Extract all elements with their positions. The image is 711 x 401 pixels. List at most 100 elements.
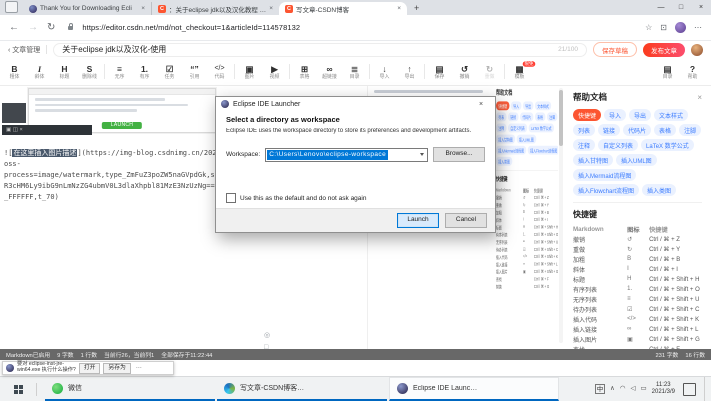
help-tag[interactable]: 导出: [629, 109, 651, 121]
help-tag[interactable]: 文本样式: [654, 109, 688, 121]
toolbar-task-list-button[interactable]: ☑任务: [157, 63, 182, 81]
browser-profile-avatar[interactable]: [675, 22, 686, 33]
help-close-icon[interactable]: ×: [697, 93, 702, 102]
toolbar-heading-button[interactable]: H标题: [52, 63, 77, 81]
workspace-combobox[interactable]: C:\Users\Lenovo\eclipse-workspace: [265, 148, 428, 162]
help-tag[interactable]: 快捷键: [573, 109, 601, 121]
checkbox[interactable]: [226, 193, 236, 203]
tab-close-icon[interactable]: ×: [269, 5, 273, 12]
browser-menu-icon[interactable]: ⋯: [694, 23, 702, 32]
taskbar-item-wechat[interactable]: 微信: [45, 377, 215, 401]
toolbar-undo-button[interactable]: ↺撤销: [452, 63, 477, 81]
help-tag[interactable]: 插入UML图: [616, 154, 657, 166]
default-workspace-checkbox-row[interactable]: Use this as the default and do not ask a…: [226, 193, 485, 203]
toolbar-outline-button[interactable]: ▤目录: [655, 63, 680, 81]
publish-button[interactable]: 发布文章: [643, 43, 685, 57]
help-tag[interactable]: 插入甘特图: [573, 154, 613, 166]
toolbar-redo-button[interactable]: ↻重做: [477, 63, 502, 81]
user-avatar[interactable]: [691, 44, 703, 56]
browser-tab[interactable]: C写文章-CSDN博客×: [279, 2, 407, 15]
window-close-button[interactable]: ×: [691, 0, 711, 15]
favorites-star-icon[interactable]: ☆: [645, 23, 652, 32]
image-edit-toolbar[interactable]: ▣ ◫ ×: [2, 125, 92, 135]
help-tag[interactable]: 插入类图: [642, 184, 676, 196]
new-tab-button[interactable]: +: [414, 3, 419, 13]
launch-button[interactable]: Launch: [397, 213, 439, 228]
browser-tab[interactable]: C：关于eclipse jdk以及汉化教程 - CSDN×: [151, 2, 279, 15]
download-open-button[interactable]: 打开: [79, 363, 101, 374]
preview-scrollbar[interactable]: [559, 88, 563, 343]
quote-icon: “”: [182, 64, 207, 74]
toolbar-toc-button[interactable]: ≣目录: [342, 63, 367, 81]
ime-indicator[interactable]: 中: [595, 384, 605, 394]
window-minimize-button[interactable]: —: [651, 0, 671, 15]
download-more-icon[interactable]: ···: [134, 365, 144, 371]
eclipse-launcher-dialog: Eclipse IDE Launcher × Select a director…: [215, 96, 496, 233]
toolbar-ordered-list-button[interactable]: 1.有序: [132, 63, 157, 81]
toolbar-unordered-list-button[interactable]: ≡无序: [107, 63, 132, 81]
help-tag[interactable]: 自定义列表: [598, 139, 638, 151]
toolbar-button-label: 任务: [159, 74, 180, 80]
battery-icon[interactable]: ▭: [640, 384, 646, 394]
refresh-icon[interactable]: ↻: [47, 22, 55, 33]
taskbar-clock[interactable]: 11:23 2021/3/9: [652, 382, 675, 396]
toolbar-code-button[interactable]: </>代码: [207, 63, 232, 81]
action-center-icon[interactable]: [683, 383, 696, 396]
toolbar-quote-button[interactable]: “”引用: [182, 63, 207, 81]
tab-close-icon[interactable]: ×: [397, 5, 401, 12]
hidden-icons-chevron[interactable]: ∧: [610, 384, 615, 394]
address-bar[interactable]: https://editor.csdn.net/md/not_checkout=…: [82, 23, 300, 32]
toolbar-video-button[interactable]: ▶视频: [262, 63, 287, 81]
toolbar-save-button[interactable]: ▤保存: [427, 63, 452, 81]
help-tag: 插入UML图: [517, 135, 537, 144]
start-button[interactable]: [0, 385, 36, 394]
help-tag[interactable]: 注脚: [679, 124, 701, 136]
float-circle-icon[interactable]: ◎: [264, 332, 270, 340]
help-tag[interactable]: 列表: [573, 124, 595, 136]
toolbar-hyperlink-button[interactable]: ∞超链接: [317, 63, 342, 81]
toolbar-button-label: 超链接: [319, 74, 340, 80]
save-draft-button[interactable]: 保存草稿: [593, 42, 637, 57]
toolbar-italic-button[interactable]: I斜体: [27, 63, 52, 81]
tab-actions-button[interactable]: [5, 1, 18, 13]
browse-button[interactable]: Browse...: [433, 147, 485, 162]
toolbar-table-button[interactable]: ⊞表格: [292, 63, 317, 81]
dialog-close-icon[interactable]: ×: [472, 101, 490, 108]
toolbar-button-label: 引用: [184, 74, 205, 80]
toolbar-template-button[interactable]: ▦模板限免: [507, 63, 532, 81]
help-tag[interactable]: 代码片: [623, 124, 651, 136]
shortcut-icon: ↺: [627, 236, 649, 243]
back-icon[interactable]: ←: [9, 22, 19, 33]
help-tag[interactable]: 表格: [654, 124, 676, 136]
back-to-articles-link[interactable]: ‹ 文章管理: [8, 45, 40, 55]
volume-icon[interactable]: ◁: [630, 384, 635, 394]
toolbar-image-button[interactable]: ▣图片: [237, 63, 262, 81]
help-tag[interactable]: 插入Mermaid流程图: [573, 169, 636, 181]
taskbar-item-eclipse[interactable]: Eclipse IDE Launc…: [389, 377, 559, 401]
network-icon[interactable]: ◠: [620, 384, 626, 394]
help-tag[interactable]: 导入: [604, 109, 626, 121]
help-tag[interactable]: 插入Flowchart流程图: [573, 184, 639, 196]
eclipse-icon: [397, 383, 408, 394]
help-tag[interactable]: 链接: [598, 124, 620, 136]
browser-tab[interactable]: Thank You for Downloading Ecli×: [23, 2, 151, 15]
window-maximize-button[interactable]: □: [671, 0, 691, 15]
toolbar-export-button[interactable]: ↑导出: [397, 63, 422, 81]
redo-icon: ↻: [477, 64, 502, 74]
cancel-button[interactable]: Cancel: [445, 213, 487, 228]
toolbar-import-button[interactable]: ↓导入: [372, 63, 397, 81]
tab-close-icon[interactable]: ×: [141, 5, 145, 12]
extensions-icon[interactable]: ⊡: [660, 23, 667, 32]
help-tag[interactable]: LaTeX 数学公式: [641, 139, 694, 151]
taskbar-item-edge[interactable]: 写文章-CSDN博客…: [217, 377, 387, 401]
shortcut-cell: Ctrl / ⌘ + Shift + G: [649, 336, 702, 343]
help-tag[interactable]: 注释: [573, 139, 595, 151]
combo-dropdown-icon[interactable]: [420, 153, 424, 156]
toolbar-help-button[interactable]: ?帮助: [680, 63, 705, 81]
toolbar-strikethrough-button[interactable]: S删除线: [77, 63, 102, 81]
download-saveas-button[interactable]: 另存为: [103, 363, 130, 374]
article-title-input[interactable]: 关于eclipse jdk以及汉化-使用 21/100: [53, 43, 587, 57]
dialog-titlebar[interactable]: Eclipse IDE Launcher ×: [216, 97, 495, 111]
show-desktop-button[interactable]: [704, 377, 708, 401]
toolbar-bold-button[interactable]: B粗体: [2, 63, 27, 81]
